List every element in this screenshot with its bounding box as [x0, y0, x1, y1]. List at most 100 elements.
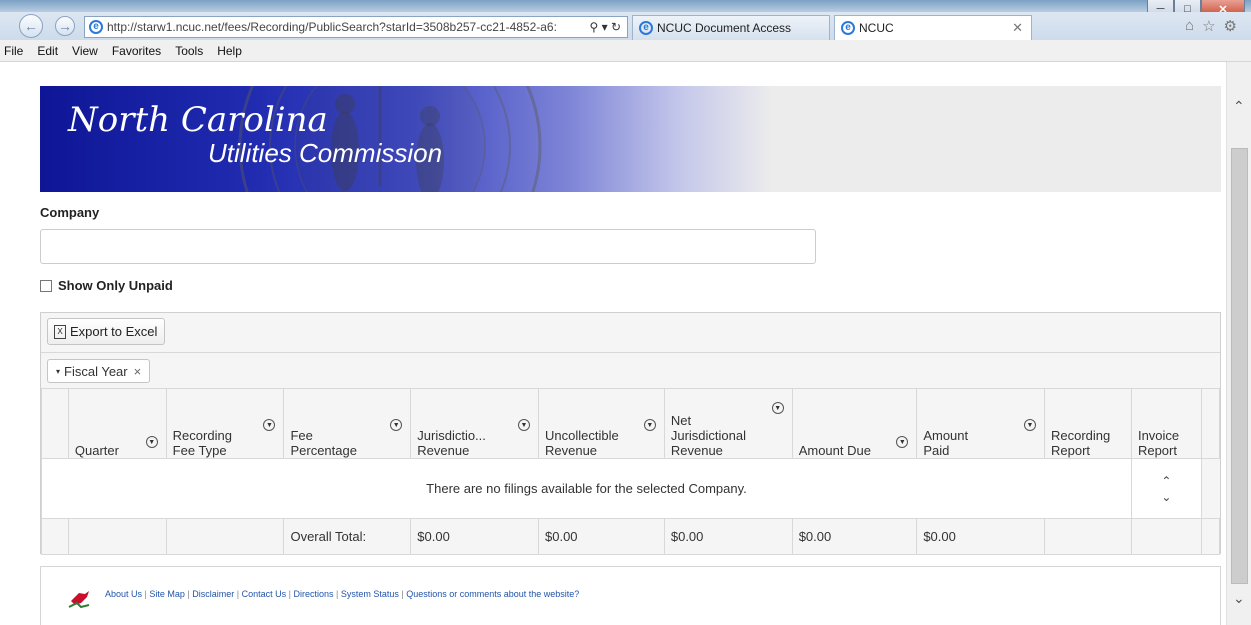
- home-icon[interactable]: ⌂: [1185, 17, 1194, 35]
- filter-icon[interactable]: ▼: [263, 419, 276, 431]
- address-controls[interactable]: ⚲ ▾ ↻: [583, 20, 627, 34]
- browser-tool-icons: ⌂ ☆ ⚙: [1185, 17, 1237, 35]
- overall-total-label: Overall Total:: [283, 518, 412, 555]
- column-label: Recording Fee Type: [172, 428, 232, 458]
- footer-link-system-status[interactable]: System Status: [341, 589, 399, 599]
- address-url[interactable]: http://starw1.ncuc.net/fees/Recording/Pu…: [107, 20, 583, 34]
- column-label: Amount Due: [798, 443, 871, 458]
- filter-icon[interactable]: ▼: [1023, 419, 1036, 431]
- column-header-recording-fee-type[interactable]: Recording Fee Type ▼: [165, 388, 285, 459]
- filter-icon[interactable]: ▼: [643, 419, 656, 431]
- footer-link-about-us[interactable]: About Us: [105, 589, 142, 599]
- back-arrow-icon: ←: [24, 18, 38, 34]
- tab-ncuc[interactable]: e NCUC ✕: [834, 15, 1032, 40]
- scrollbar-thumb[interactable]: [1231, 148, 1248, 584]
- grid-header-scroll-spacer: [1200, 388, 1221, 459]
- page-scrollbar[interactable]: ⌃ ⌄: [1226, 62, 1251, 625]
- banner-subtitle: Utilities Commission: [208, 138, 443, 168]
- column-header-net-jurisdictional-revenue[interactable]: Net Jurisdictional Revenue ▼: [663, 388, 793, 459]
- group-chip-fiscal-year[interactable]: ▾ Fiscal Year ×: [47, 359, 151, 383]
- menu-view[interactable]: View: [72, 44, 98, 58]
- page-footer: About Us | Site Map | Disclaimer | Conta…: [40, 566, 1221, 625]
- grid-table: Quarter ▼ Recording Fee Type ▼ Fee Percent…: [41, 388, 1221, 555]
- total-cell-blank: [67, 518, 167, 555]
- grid-scroll-controls[interactable]: ⌃ ⌄: [1130, 458, 1202, 519]
- forward-button[interactable]: →: [55, 16, 75, 36]
- refresh-icon[interactable]: ↻: [611, 20, 621, 34]
- grid-header-spacer: [41, 388, 69, 459]
- show-only-unpaid-toggle[interactable]: Show Only Unpaid: [40, 278, 173, 293]
- header-banner: North Carolina Utilities Commission: [40, 86, 1221, 192]
- total-net-jurisdictional-revenue: $0.00: [663, 518, 793, 555]
- address-bar[interactable]: e http://starw1.ncuc.net/fees/Recording/…: [84, 16, 628, 38]
- export-to-excel-button[interactable]: X Export to Excel: [47, 318, 166, 345]
- tab-close-icon[interactable]: ✕: [1012, 20, 1023, 36]
- footer-separator: |: [234, 589, 242, 599]
- page-content: North Carolina Utilities Commission Comp…: [0, 62, 1226, 625]
- column-label: Amount Paid: [923, 428, 969, 458]
- footer-link-contact-us[interactable]: Contact Us: [242, 589, 287, 599]
- column-label: Invoice Report: [1137, 428, 1180, 458]
- back-button[interactable]: ←: [19, 14, 43, 38]
- tab-label: NCUC: [859, 21, 894, 35]
- remove-group-icon[interactable]: ×: [134, 364, 142, 379]
- forward-arrow-icon: →: [58, 18, 72, 34]
- column-header-invoice-report[interactable]: Invoice Report: [1130, 388, 1202, 459]
- export-label: Export to Excel: [70, 324, 158, 339]
- menu-tools[interactable]: Tools: [175, 44, 203, 58]
- chevron-down-icon[interactable]: ⌄: [1161, 490, 1171, 504]
- column-header-amount-paid[interactable]: Amount Paid ▼: [916, 388, 1045, 459]
- total-uncollectible-revenue: $0.00: [538, 518, 665, 555]
- menu-favorites[interactable]: Favorites: [112, 44, 161, 58]
- sort-caret-icon[interactable]: ▾: [56, 367, 60, 376]
- column-header-recording-report[interactable]: Recording Report: [1043, 388, 1132, 459]
- column-label: Recording Report: [1050, 428, 1111, 458]
- search-icon[interactable]: ⚲: [589, 20, 598, 34]
- filter-icon[interactable]: ▼: [145, 436, 158, 448]
- column-header-amount-due[interactable]: Amount Due ▼: [791, 388, 918, 459]
- company-input[interactable]: [40, 229, 816, 264]
- tab-label: NCUC Document Access: [657, 21, 792, 35]
- menu-edit[interactable]: Edit: [37, 44, 58, 58]
- footer-link-directions[interactable]: Directions: [293, 589, 333, 599]
- column-header-jurisdictional-revenue[interactable]: Jurisdictio... Revenue ▼: [410, 388, 539, 459]
- footer-link-questions[interactable]: Questions or comments about the website?: [406, 589, 579, 599]
- fees-grid: X Export to Excel ▾ Fiscal Year × Quarte…: [40, 312, 1221, 555]
- column-label: Fee Percentage: [290, 428, 357, 458]
- filter-icon[interactable]: ▼: [771, 402, 784, 414]
- footer-separator: |: [333, 589, 341, 599]
- tab-ncuc-document-access[interactable]: e NCUC Document Access: [632, 15, 830, 40]
- filter-icon[interactable]: ▼: [896, 436, 909, 448]
- grid-total-row: Overall Total: $0.00 $0.00 $0.00 $0.00 $…: [41, 518, 1221, 555]
- filter-icon[interactable]: ▼: [390, 419, 403, 431]
- menu-file[interactable]: File: [4, 44, 23, 58]
- group-label: Fiscal Year: [64, 363, 128, 379]
- excel-icon: X: [54, 324, 66, 339]
- footer-link-site-map[interactable]: Site Map: [149, 589, 185, 599]
- ie-tab-icon: e: [639, 21, 653, 35]
- show-only-unpaid-label: Show Only Unpaid: [58, 278, 173, 293]
- column-header-uncollectible-revenue[interactable]: Uncollectible Revenue ▼: [538, 388, 665, 459]
- group-panel: ▾ Fiscal Year ×: [41, 352, 1220, 388]
- scroll-down-icon[interactable]: ⌄: [1233, 590, 1245, 607]
- navigation-bar: ← → e http://starw1.ncuc.net/fees/Record…: [0, 12, 1251, 40]
- cardinal-logo-icon: [68, 591, 90, 609]
- settings-gear-icon[interactable]: ⚙: [1224, 17, 1237, 35]
- favorites-star-icon[interactable]: ☆: [1202, 17, 1215, 35]
- column-label: Uncollectible Revenue: [545, 428, 619, 458]
- ie-tab-icon: e: [841, 21, 855, 35]
- total-cell-blank: [41, 518, 69, 555]
- column-label: Quarter: [74, 443, 119, 458]
- chevron-up-icon[interactable]: ⌃: [1161, 474, 1171, 488]
- filter-icon[interactable]: ▼: [518, 419, 530, 431]
- column-header-quarter[interactable]: Quarter ▼: [67, 388, 167, 459]
- total-cell-blank: [1130, 518, 1202, 555]
- column-header-fee-percentage[interactable]: Fee Percentage ▼: [283, 388, 412, 459]
- scroll-up-icon[interactable]: ⌃: [1233, 98, 1245, 115]
- window-titlebar: [0, 0, 1251, 12]
- ie-page-icon: e: [89, 20, 103, 34]
- menu-help[interactable]: Help: [217, 44, 242, 58]
- footer-link-disclaimer[interactable]: Disclaimer: [192, 589, 234, 599]
- show-only-unpaid-checkbox[interactable]: [40, 279, 52, 292]
- total-amount-paid: $0.00: [916, 518, 1045, 555]
